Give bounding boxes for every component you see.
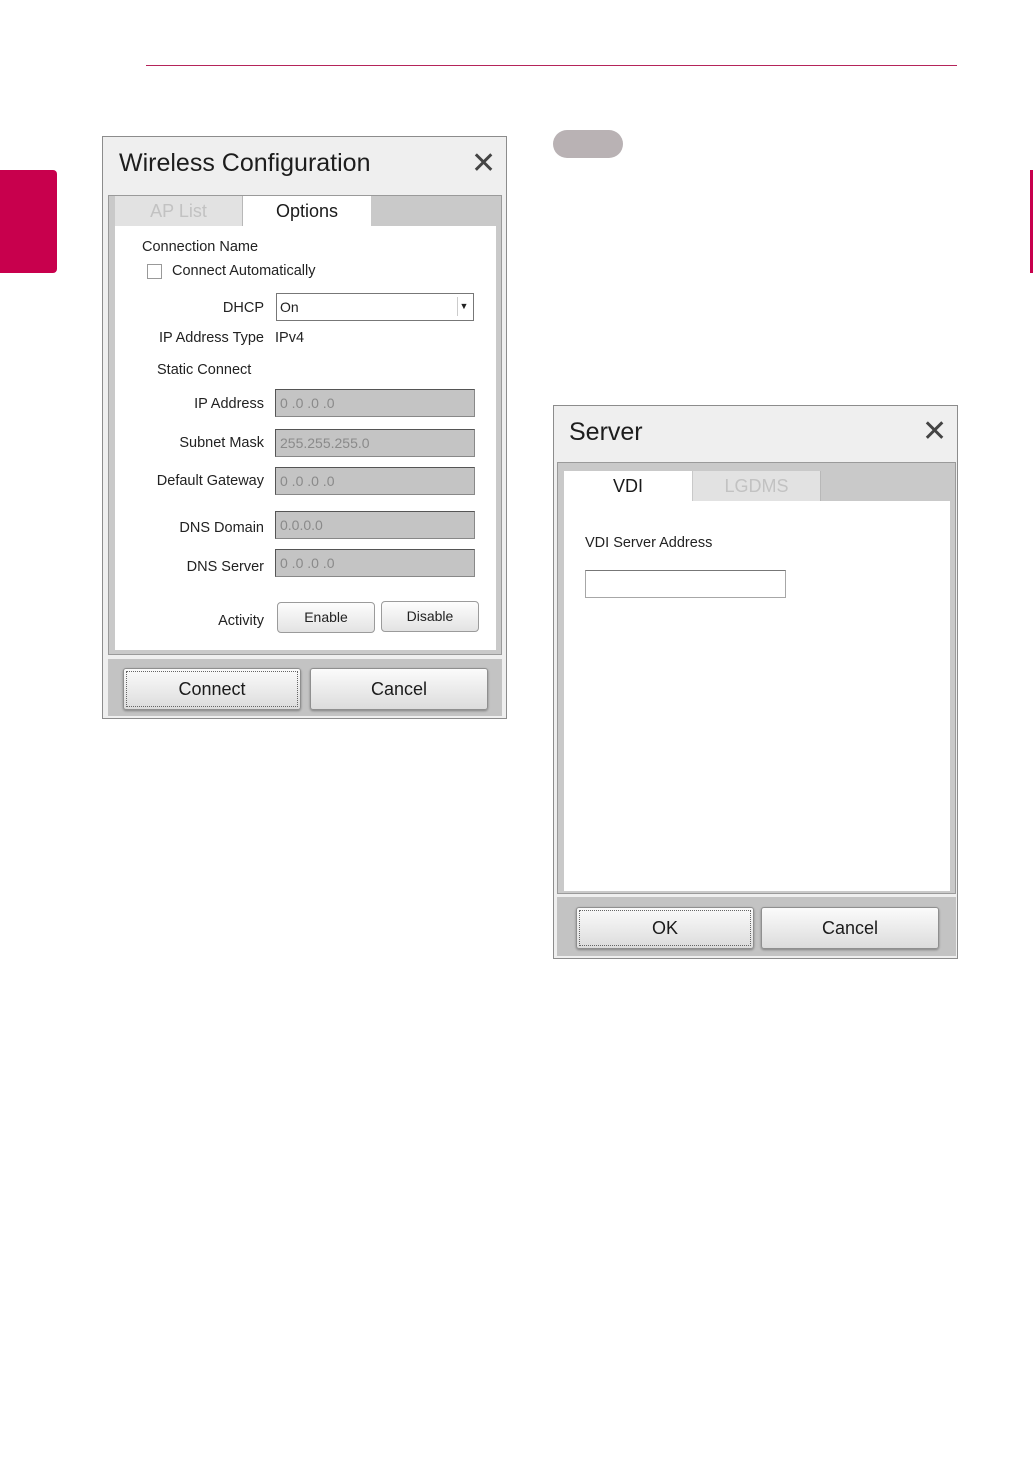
cancel-button[interactable]: Cancel [310, 668, 488, 710]
ip-address-field[interactable]: 0 .0 .0 .0 [275, 389, 475, 417]
ip-address-label: IP Address [194, 396, 264, 412]
ip-address-type-value: IPv4 [275, 330, 305, 346]
dns-server-field[interactable]: 0 .0 .0 .0 [275, 549, 475, 577]
dhcp-select[interactable]: On ▼ [276, 293, 474, 321]
cancel-button[interactable]: Cancel [761, 907, 939, 949]
activity-label: Activity [218, 613, 264, 629]
subnet-mask-field[interactable]: 255.255.255.0 [275, 429, 475, 457]
dialog-footer: OK Cancel [557, 897, 956, 956]
close-icon[interactable]: ✕ [471, 149, 496, 179]
ip-address-type-label: IP Address Type [158, 330, 264, 346]
tab-ap-list[interactable]: AP List [115, 196, 243, 226]
connect-automatically-checkbox[interactable] [147, 264, 162, 279]
vdi-server-address-label: VDI Server Address [585, 535, 713, 551]
tab-vdi[interactable]: VDI [564, 471, 692, 501]
static-connect-label: Static Connect [157, 362, 252, 378]
server-frame: VDI LGDMS VDI Server Address [557, 462, 956, 894]
dialog-footer: Connect Cancel [108, 659, 502, 716]
vdi-server-address-input[interactable] [585, 570, 786, 598]
subnet-mask-label: Subnet Mask [179, 435, 264, 451]
connection-name-label: Connection Name [142, 239, 259, 255]
chevron-down-icon[interactable]: ▼ [457, 297, 470, 316]
tab-lgdms[interactable]: LGDMS [693, 471, 821, 501]
enable-button[interactable]: Enable [277, 602, 375, 633]
connect-button[interactable]: Connect [123, 668, 301, 710]
disable-button[interactable]: Disable [381, 601, 479, 632]
options-frame: AP List Options Connection Name Connect … [108, 195, 502, 655]
dns-domain-label: DNS Domain [179, 520, 264, 536]
wireless-configuration-dialog: Wireless Configuration ✕ AP List Options… [102, 136, 507, 719]
dhcp-value: On [280, 299, 299, 315]
vdi-panel: VDI Server Address [564, 501, 950, 891]
options-panel: Connection Name Connect Automatically DH… [115, 226, 496, 650]
dhcp-label: DHCP [222, 300, 264, 316]
header-rule [146, 65, 957, 66]
connect-automatically-label: Connect Automatically [172, 263, 316, 279]
dns-server-label: DNS Server [186, 559, 264, 575]
server-dialog: Server ✕ VDI LGDMS VDI Server Address OK… [553, 405, 958, 959]
dialog-title: Server [569, 418, 643, 446]
note-badge [553, 130, 623, 158]
dns-domain-field[interactable]: 0.0.0.0 [275, 511, 475, 539]
tab-options[interactable]: Options [243, 196, 371, 226]
default-gateway-field[interactable]: 0 .0 .0 .0 [275, 467, 475, 495]
dialog-title: Wireless Configuration [119, 149, 371, 177]
close-icon[interactable]: ✕ [922, 417, 947, 447]
chapter-side-tab [0, 170, 57, 273]
ok-button[interactable]: OK [576, 907, 754, 949]
default-gateway-label: Default Gateway [156, 473, 264, 489]
